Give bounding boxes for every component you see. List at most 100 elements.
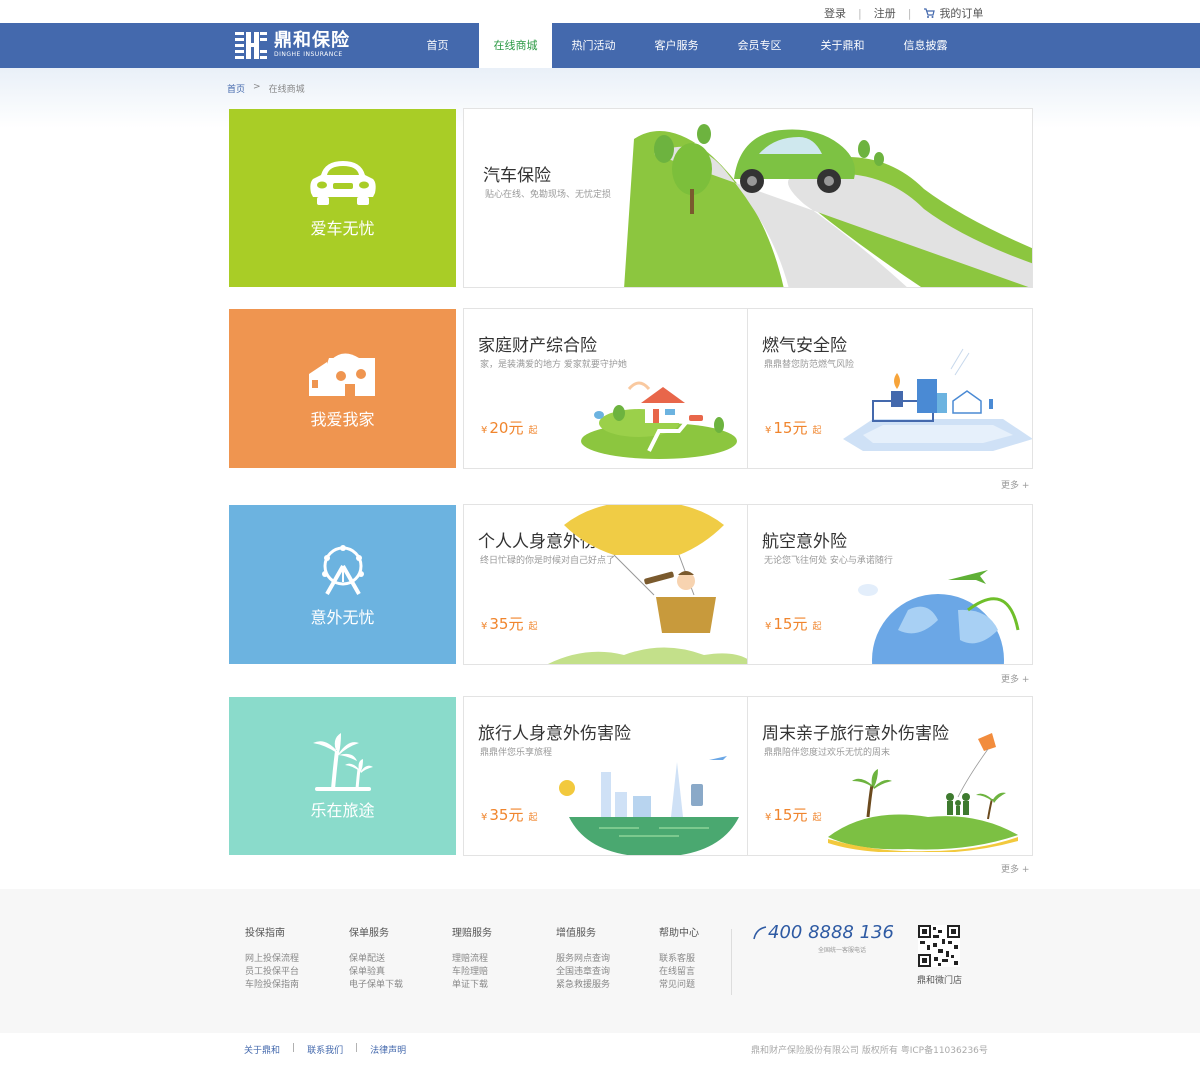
footer-column-title: 增值服务 <box>556 928 596 939</box>
currency-symbol: ¥ <box>481 621 488 632</box>
footer-column-help: 帮助中心 联系客服 在线留言 常见问题 <box>659 924 699 992</box>
login-link[interactable]: 登录 <box>824 5 846 21</box>
family-island-illustration <box>828 733 1018 852</box>
footer-link[interactable]: 单证下载 <box>452 979 492 992</box>
logo-english-name: DINGHE INSURANCE <box>274 51 343 58</box>
gas-city-illustration <box>843 348 1032 451</box>
page: 登录 | 注册 | 我的订单 鼎和保险 DINGHE INSURANCE 首页 … <box>0 0 1200 1073</box>
logo[interactable]: 鼎和保险 DINGHE INSURANCE <box>234 30 350 60</box>
card-travel-accident[interactable]: 旅行人身意外伤害险 鼎鼎伴您乐享旅程 ¥ 35元 起 <box>463 696 748 856</box>
price: ¥ 15元 起 <box>765 613 821 634</box>
register-link[interactable]: 注册 <box>874 5 896 21</box>
price-value: 20元 <box>489 419 524 437</box>
price-value: 35元 <box>489 615 524 633</box>
footer-link[interactable]: 员工投保平台 <box>245 966 299 979</box>
more-link-accident[interactable]: 更多 + <box>1001 672 1029 685</box>
currency-symbol: ¥ <box>765 621 772 632</box>
card-car-insurance[interactable]: 汽车保险 贴心在线、免勘现场、无忧定损 <box>463 108 1033 288</box>
card-gas-safety[interactable]: 燃气安全险 鼎鼎替您防范燃气风险 ¥ 15元 起 <box>747 308 1033 469</box>
card-subtitle: 贴心在线、免勘现场、无忧定损 <box>485 190 612 200</box>
nav-customer-service[interactable]: 客户服务 <box>635 23 718 68</box>
footer-link[interactable]: 常见问题 <box>659 979 699 992</box>
hotline-number: 400 8888 136 <box>768 922 894 943</box>
footer-column-title: 投保指南 <box>245 928 285 939</box>
price-value: 15元 <box>773 615 808 633</box>
footer-link[interactable]: 保单验真 <box>349 966 403 979</box>
breadcrumb-current: 在线商城 <box>268 85 305 95</box>
footer-link[interactable]: 全国违章查询 <box>556 966 610 979</box>
footer-column-guide: 投保指南 网上投保流程 员工投保平台 车险投保指南 <box>245 924 299 992</box>
footer-link[interactable]: 保单配送 <box>349 953 403 966</box>
more-link-home[interactable]: 更多 + <box>1001 478 1029 491</box>
price-suffix: 起 <box>812 813 822 823</box>
footer-link[interactable]: 服务网点查询 <box>556 953 610 966</box>
currency-symbol: ¥ <box>481 812 488 823</box>
contact-link[interactable]: 联系我们 <box>307 1043 343 1056</box>
tile-car[interactable]: 爱车无忧 <box>229 109 456 287</box>
price: ¥ 35元 起 <box>481 613 537 634</box>
price-suffix: 起 <box>812 426 822 436</box>
nav-member-zone[interactable]: 会员专区 <box>718 23 801 68</box>
footer-link[interactable]: 网上投保流程 <box>245 953 299 966</box>
breadcrumb-home[interactable]: 首页 <box>227 82 245 95</box>
footer-link[interactable]: 在线留言 <box>659 966 699 979</box>
bottom-link-separator: | <box>355 1043 359 1053</box>
currency-symbol: ¥ <box>765 812 772 823</box>
bottom-link-separator: | <box>292 1043 296 1053</box>
qr-code-icon[interactable] <box>918 925 960 967</box>
nav-online-mall[interactable]: 在线商城 <box>479 23 552 68</box>
tile-car-label: 爱车无忧 <box>310 219 375 238</box>
footer-link[interactable]: 紧急救援服务 <box>556 979 610 992</box>
tile-home[interactable]: 我爱我家 <box>229 309 456 468</box>
card-title: 家庭财产综合险 <box>478 336 597 356</box>
card-aviation-accident[interactable]: 航空意外险 无论您飞往何处 安心与承诺随行 ¥ 15元 起 <box>747 504 1033 665</box>
footer-divider <box>731 929 732 995</box>
nav-about[interactable]: 关于鼎和 <box>801 23 884 68</box>
my-orders-link[interactable]: 我的订单 <box>923 5 983 21</box>
price: ¥ 15元 起 <box>765 804 821 825</box>
car-road-illustration <box>624 124 1032 287</box>
copyright: 鼎和财产保险股份有限公司 版权所有 粤ICP备11036236号 <box>751 1046 988 1056</box>
nav-home[interactable]: 首页 <box>396 23 479 68</box>
footer-column-title: 帮助中心 <box>659 928 699 939</box>
more-link-travel[interactable]: 更多 + <box>1001 862 1029 875</box>
globe-plane-illustration <box>858 570 1020 664</box>
footer-column-policy: 保单服务 保单配送 保单验真 电子保单下载 <box>349 924 403 992</box>
about-link[interactable]: 关于鼎和 <box>244 1043 280 1056</box>
price-suffix: 起 <box>528 426 538 436</box>
nav-disclosure[interactable]: 信息披露 <box>884 23 967 68</box>
footer-link[interactable]: 理赔流程 <box>452 953 492 966</box>
card-home-property[interactable]: 家庭财产综合险 家，是装满爱的地方 爱家就要守护她 ¥ 20元 起 <box>463 308 748 469</box>
footer-link[interactable]: 车险投保指南 <box>245 979 299 992</box>
breadcrumb: 首页 > 在线商城 <box>227 82 305 95</box>
price-value: 15元 <box>773 419 808 437</box>
tile-travel[interactable]: 乐在旅途 <box>229 697 456 855</box>
main-nav: 首页 在线商城 热门活动 客户服务 会员专区 关于鼎和 信息披露 <box>396 23 967 68</box>
currency-symbol: ¥ <box>481 425 488 436</box>
card-family-travel-accident[interactable]: 周末亲子旅行意外伤害险 鼎鼎陪伴您度过欢乐无忧的周末 ¥ 15元 起 <box>747 696 1033 856</box>
legal-link[interactable]: 法律声明 <box>370 1043 406 1056</box>
bottom-bar: 关于鼎和 | 联系我们 | 法律声明 鼎和财产保险股份有限公司 版权所有 粤IC… <box>0 1043 1200 1063</box>
palm-tree-icon <box>312 733 373 791</box>
hotline-caption: 全国统一客服电话 <box>818 947 867 954</box>
card-subtitle: 鼎鼎伴您乐享旅程 <box>480 748 553 758</box>
price-value: 35元 <box>489 806 524 824</box>
top-links-separator: | <box>858 6 862 20</box>
chevron-right-icon: > <box>253 82 261 92</box>
price-value: 15元 <box>773 806 808 824</box>
footer-column-claims: 理赔服务 理赔流程 车险理赔 单证下载 <box>452 924 492 992</box>
tile-accident-label: 意外无忧 <box>310 607 375 627</box>
card-subtitle: 鼎鼎替您防范燃气风险 <box>764 360 855 370</box>
tile-accident[interactable]: 意外无忧 <box>229 505 456 664</box>
price: ¥ 20元 起 <box>481 417 537 438</box>
footer-link[interactable]: 车险理赔 <box>452 966 492 979</box>
footer-link[interactable]: 联系客服 <box>659 953 699 966</box>
footer-link[interactable]: 电子保单下载 <box>349 979 403 992</box>
tile-home-label: 我爱我家 <box>310 409 375 429</box>
nav-hot-activities[interactable]: 热门活动 <box>552 23 635 68</box>
card-personal-accident[interactable]: 个人人身意外伤害险 终日忙碌的你是时候对自己好点了 ¥ 35元 起 <box>463 504 748 665</box>
hot-air-balloon-illustration <box>548 505 747 664</box>
header-bar: 鼎和保险 DINGHE INSURANCE 首页 在线商城 热门活动 客户服务 … <box>0 23 1200 68</box>
top-links: 登录 | 注册 | 我的订单 <box>824 5 983 21</box>
house-garden-illustration <box>581 381 737 459</box>
